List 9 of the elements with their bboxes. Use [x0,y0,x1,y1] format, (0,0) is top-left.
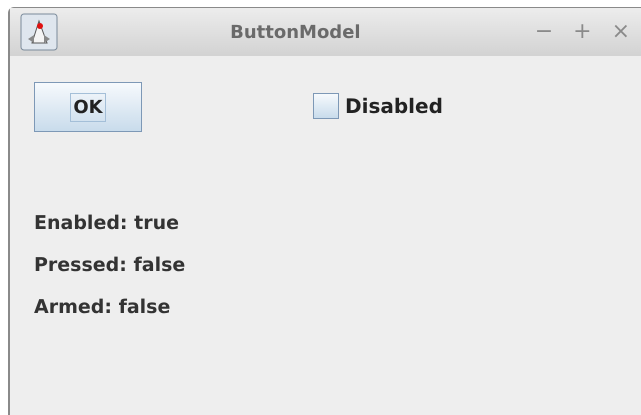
status-text: Pressed: false [34,253,186,278]
status-text: Enabled: true [34,211,180,236]
maximize-button[interactable]: + [571,21,594,43]
ok-button[interactable]: OK [34,82,142,132]
status-text: Armed: false [34,295,172,320]
minimize-button[interactable]: − [532,21,556,43]
window-title: ButtonModel [229,20,362,44]
close-button[interactable]: × [610,21,632,43]
app-icon [20,13,58,51]
